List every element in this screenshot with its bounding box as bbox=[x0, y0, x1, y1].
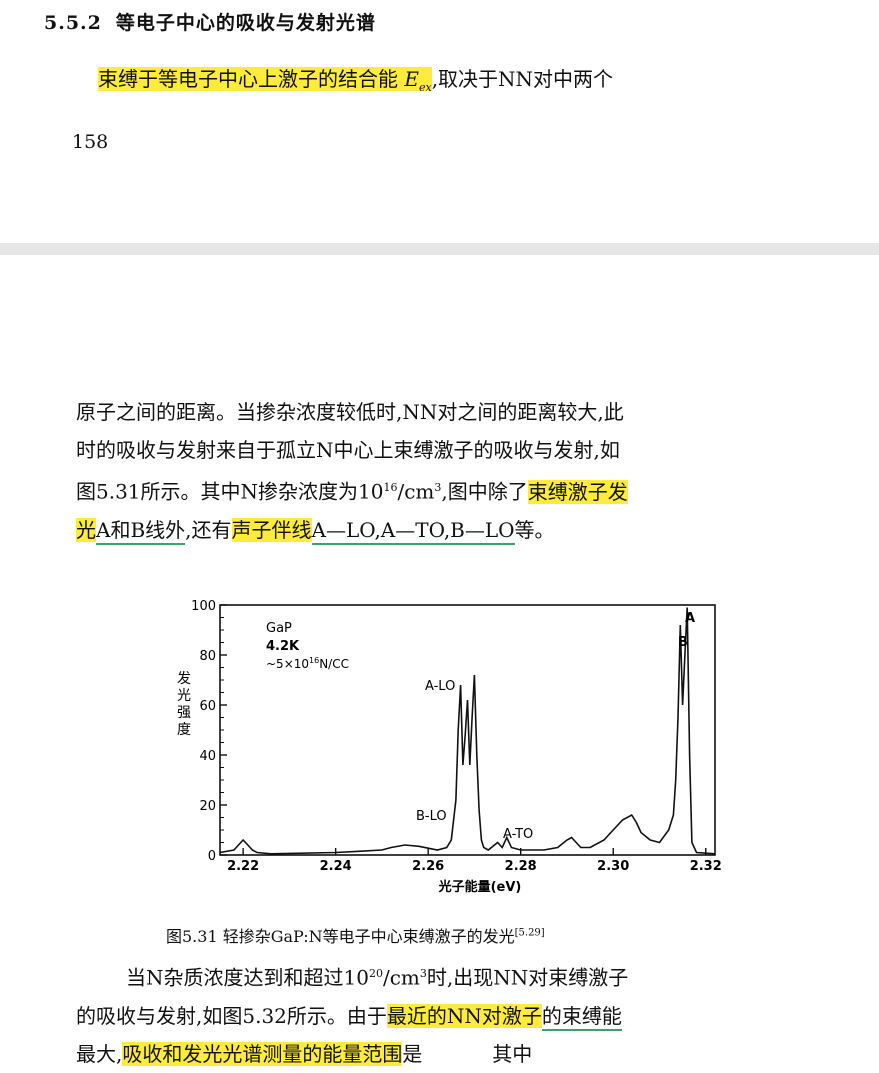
text-line: 最大,吸收和发光光谱测量的能量范围是 其中 bbox=[76, 1041, 533, 1066]
highlight-bound-exciton-energy: 束缚于等电子中心上激子的结合能 Eex bbox=[98, 67, 432, 94]
previous-page-bottom: 5.5.2 等电子中心的吸收与发射光谱 束缚于等电子中心上激子的结合能 Eex,取… bbox=[0, 0, 879, 243]
annotation-temperature: 4.2K bbox=[266, 639, 300, 654]
highlight-phonon-sidebands: 声子伴线 bbox=[231, 517, 312, 542]
annotation-concentration: ~5×1016N/CC bbox=[266, 656, 349, 671]
y-label-char: 发 bbox=[177, 671, 191, 687]
x-tick-label: 2.30 bbox=[597, 859, 629, 874]
highlight-energy-range: 吸收和发光光谱测量的能量范围 bbox=[122, 1041, 403, 1066]
y-label-char: 强 bbox=[177, 705, 191, 721]
chart-annotation: GaP 4.2K ~5×1016N/CC bbox=[266, 621, 349, 671]
underline-ab-lines: A和B线外 bbox=[96, 517, 186, 545]
highlight-bound-exciton-emission: 束缚激子发 bbox=[527, 479, 628, 504]
y-tick-label: 60 bbox=[199, 699, 216, 714]
y-tick-label: 0 bbox=[208, 849, 216, 864]
section-title: 等电子中心的吸收与发射光谱 bbox=[115, 12, 376, 34]
page-gap bbox=[0, 243, 879, 255]
y-axis-label: 发光强度 bbox=[177, 671, 191, 738]
text-line: 光A和B线外,还有声子伴线A—LO,A—TO,B—LO等。 bbox=[76, 511, 800, 549]
peak-label-a-to: A-TO bbox=[503, 827, 533, 842]
underline-phonon-lines: A—LO,A—TO,B—LO bbox=[311, 517, 515, 545]
y-label-char: 度 bbox=[177, 722, 191, 738]
text-line: 图5.31所示。其中N掺杂浓度为1016/cm3,图中除了束缚激子发 bbox=[76, 479, 628, 504]
x-tick-label: 2.32 bbox=[690, 859, 722, 874]
y-tick-label: 20 bbox=[199, 799, 216, 814]
y-tick-label: 100 bbox=[191, 599, 216, 614]
x-tick-label: 2.26 bbox=[412, 859, 444, 874]
underline-binding-energy: 的束缚能 bbox=[541, 1003, 622, 1031]
highlight-nearest-nn-pair: 最近的NN对激子 bbox=[386, 1003, 542, 1028]
current-page: 原子之间的距离。当掺杂浓度较低时,NN对之间的距离较大,此 时的吸收与发射来自于… bbox=[0, 255, 879, 1066]
peak-label-b-lo: B-LO bbox=[416, 809, 447, 824]
y-label-char: 光 bbox=[177, 688, 191, 704]
page-number: 158 bbox=[72, 131, 109, 153]
section-heading: 5.5.2 等电子中心的吸收与发射光谱 bbox=[44, 8, 376, 35]
x-axis-label: 光子能量(eV) bbox=[438, 879, 522, 895]
paragraph-2: 当N杂质浓度达到和超过1020/cm3时,出现NN对束缚激子 的吸收与发射,如图… bbox=[76, 955, 800, 1073]
y-tick-label: 80 bbox=[199, 649, 216, 664]
figure-caption: 图5.31 轻掺杂GaP:N等电子中心束缚激子的发光[5.29] bbox=[166, 927, 545, 946]
x-tick-label: 2.28 bbox=[505, 859, 537, 874]
paragraph-1: 原子之间的距离。当掺杂浓度较低时,NN对之间的距离较大,此 时的吸收与发射来自于… bbox=[76, 393, 800, 549]
peak-label-a-lo: A-LO bbox=[425, 679, 455, 694]
text-line: 的吸收与发射,如图5.32所示。由于最近的NN对激子的束缚能 bbox=[76, 997, 800, 1035]
peak-label-a: A bbox=[685, 611, 695, 626]
annotation-material: GaP bbox=[266, 621, 292, 636]
text-line: 原子之间的距离。当掺杂浓度较低时,NN对之间的距离较大,此 bbox=[76, 400, 624, 424]
spectrum-figure: 0 20 40 60 80 100 2.22 2.24 2.26 2.28 2.30 2.32 GaP… bbox=[177, 599, 722, 895]
paragraph-line: 束缚于等电子中心上激子的结合能 Eex,取决于NN对中两个 bbox=[98, 67, 614, 94]
text-line: 时的吸收与发射来自于孤立N中心上束缚激子的吸收与发射,如 bbox=[76, 438, 620, 462]
highlight-continued: 光 bbox=[76, 517, 96, 542]
y-tick-label: 40 bbox=[199, 749, 216, 764]
x-tick-label: 2.22 bbox=[227, 859, 259, 874]
peak-label-b: B bbox=[678, 635, 688, 650]
section-number: 5.5.2 bbox=[44, 12, 102, 34]
x-tick-label: 2.24 bbox=[320, 859, 352, 874]
text-line: 当N杂质浓度达到和超过1020/cm3时,出现NN对束缚激子 bbox=[126, 965, 629, 990]
